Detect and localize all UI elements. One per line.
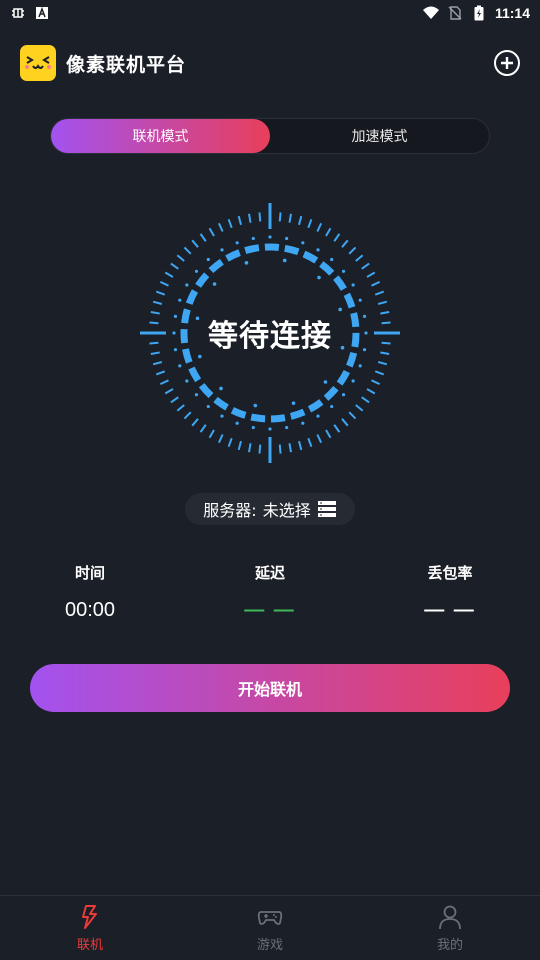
bug-icon (10, 5, 26, 21)
stat-packet-loss: 丢包率 — — (360, 562, 540, 622)
server-value: 未选择 (262, 501, 311, 520)
bottom-nav: 联机 游戏 我的 (0, 895, 540, 960)
start-connect-button[interactable]: 开始联机 (30, 664, 510, 712)
pixel-face-logo-icon (20, 45, 56, 81)
no-sim-icon (447, 5, 463, 21)
gamepad-icon (257, 911, 283, 925)
status-bar: 11:14 (0, 0, 540, 26)
user-icon (439, 905, 461, 930)
mode-tabs: 联机模式 加速模式 (50, 118, 490, 154)
stat-time-label: 时间 (74, 564, 105, 582)
status-right: 11:14 (422, 5, 530, 21)
stat-time: 时间 00:00 (0, 562, 180, 622)
server-selector[interactable]: 服务器: 未选择 (185, 493, 355, 525)
server-label: 服务器: (203, 501, 257, 520)
nav-item-profile[interactable]: 我的 (360, 896, 540, 960)
status-time: 11:14 (494, 5, 530, 21)
stat-packet-loss-label: 丢包率 (427, 564, 473, 582)
lightning-icon (82, 905, 97, 929)
app-title: 像素联机平台 (66, 53, 187, 76)
stat-latency: 延迟 — — (180, 562, 360, 622)
tab-accelerate-mode[interactable]: 加速模式 (270, 119, 489, 153)
connection-status-text: 等待连接 (208, 319, 332, 354)
nav-item-connect[interactable]: 联机 (0, 896, 180, 960)
connection-dial: 等待连接 (140, 203, 400, 463)
stat-latency-value: — — (244, 599, 296, 621)
stat-packet-loss-value: — — (424, 599, 476, 621)
a-icon (34, 5, 50, 21)
stat-time-value: 00:00 (64, 599, 116, 621)
wifi-icon (422, 5, 439, 21)
add-circle-icon[interactable] (494, 50, 520, 76)
nav-item-games[interactable]: 游戏 (180, 896, 360, 960)
status-left (10, 5, 50, 21)
battery-charging-icon (471, 5, 487, 21)
nav-label-games: 游戏 (256, 938, 283, 953)
nav-label-profile: 我的 (436, 938, 463, 953)
app-header: 像素联机平台 (0, 38, 540, 88)
server-list-icon (317, 500, 337, 518)
nav-label-connect: 联机 (76, 938, 103, 953)
tab-connect-mode[interactable]: 联机模式 (51, 119, 270, 153)
stat-latency-label: 延迟 (254, 564, 285, 582)
connection-stats: 时间 00:00 延迟 — — 丢包率 — — (0, 562, 540, 622)
